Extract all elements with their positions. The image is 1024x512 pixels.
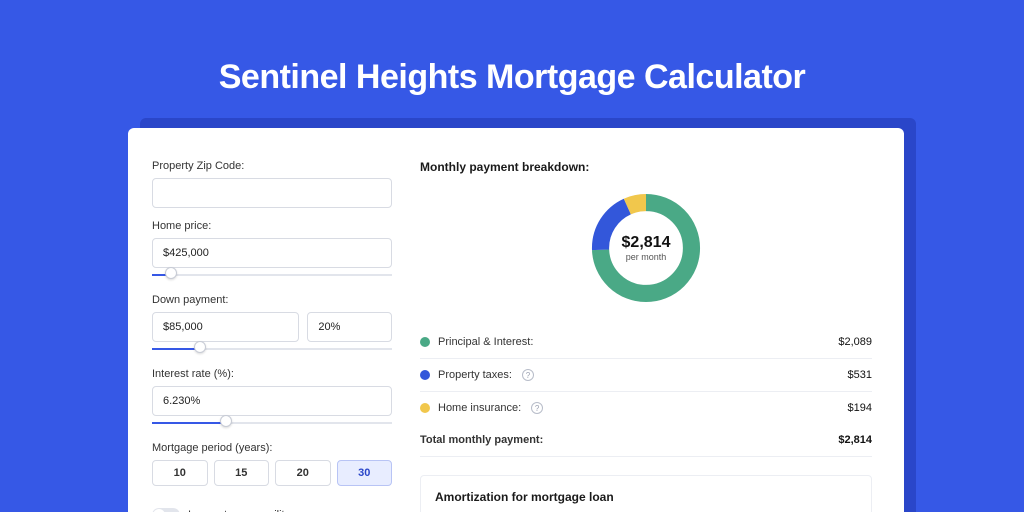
slider-thumb[interactable]	[194, 341, 206, 353]
form-panel: Property Zip Code: Home price: Down paym…	[152, 152, 392, 512]
donut-wrap: $2,814 per month	[420, 188, 872, 308]
breakdown-item-value: $194	[848, 402, 872, 414]
page-stage: Sentinel Heights Mortgage Calculator Pro…	[0, 0, 1024, 512]
slider-thumb[interactable]	[165, 267, 177, 279]
down-payment-slider[interactable]	[152, 344, 392, 356]
total-line: Total monthly payment: $2,814	[420, 424, 872, 457]
breakdown-item-value: $531	[848, 369, 872, 381]
donut-amount: $2,814	[622, 234, 671, 252]
donut-center: $2,814 per month	[586, 188, 706, 308]
donut-chart: $2,814 per month	[586, 188, 706, 308]
breakdown-line: Home insurance:? $194	[420, 392, 872, 424]
down-payment-input[interactable]	[152, 312, 299, 342]
breakdown-item-value: $2,089	[838, 336, 872, 348]
down-payment-label: Down payment:	[152, 294, 392, 306]
breakdown-line: Property taxes:? $531	[420, 359, 872, 392]
amortization-heading: Amortization for mortgage loan	[435, 490, 857, 504]
slider-thumb[interactable]	[220, 415, 232, 427]
veteran-toggle[interactable]	[152, 508, 180, 512]
breakdown-item-label: Principal & Interest:	[438, 336, 533, 348]
breakdown-item-label: Property taxes:	[438, 369, 512, 381]
interest-label: Interest rate (%):	[152, 368, 392, 380]
home-price-label: Home price:	[152, 220, 392, 232]
breakdown-line: Principal & Interest: $2,089	[420, 326, 872, 359]
legend-dot	[420, 337, 430, 347]
breakdown-item-label: Home insurance:	[438, 402, 521, 414]
calculator-card: Property Zip Code: Home price: Down paym…	[128, 128, 904, 512]
legend-dot	[420, 370, 430, 380]
interest-slider[interactable]	[152, 418, 392, 430]
period-label: Mortgage period (years):	[152, 442, 392, 454]
donut-sub: per month	[626, 252, 667, 262]
breakdown-title: Monthly payment breakdown:	[420, 160, 872, 174]
zip-label: Property Zip Code:	[152, 160, 392, 172]
breakdown-lines: Principal & Interest: $2,089 Property taxe…	[420, 326, 872, 424]
home-price-input[interactable]	[152, 238, 392, 268]
total-value: $2,814	[838, 434, 872, 446]
period-option-15[interactable]: 15	[214, 460, 270, 486]
amortization-card: Amortization for mortgage loan Amortizat…	[420, 475, 872, 512]
help-icon[interactable]: ?	[531, 402, 543, 414]
zip-input[interactable]	[152, 178, 392, 208]
help-icon[interactable]: ?	[522, 369, 534, 381]
breakdown-panel: Monthly payment breakdown: $2,814 per mo…	[420, 152, 872, 512]
interest-input[interactable]	[152, 386, 392, 416]
period-option-30[interactable]: 30	[337, 460, 393, 486]
period-options: 10152030	[152, 460, 392, 486]
total-label: Total monthly payment:	[420, 434, 543, 446]
period-option-10[interactable]: 10	[152, 460, 208, 486]
veteran-row: I am veteran or military	[152, 508, 392, 512]
legend-dot	[420, 403, 430, 413]
home-price-slider[interactable]	[152, 270, 392, 282]
page-title: Sentinel Heights Mortgage Calculator	[0, 0, 1024, 97]
down-payment-pct-input[interactable]	[307, 312, 392, 342]
period-option-20[interactable]: 20	[275, 460, 331, 486]
